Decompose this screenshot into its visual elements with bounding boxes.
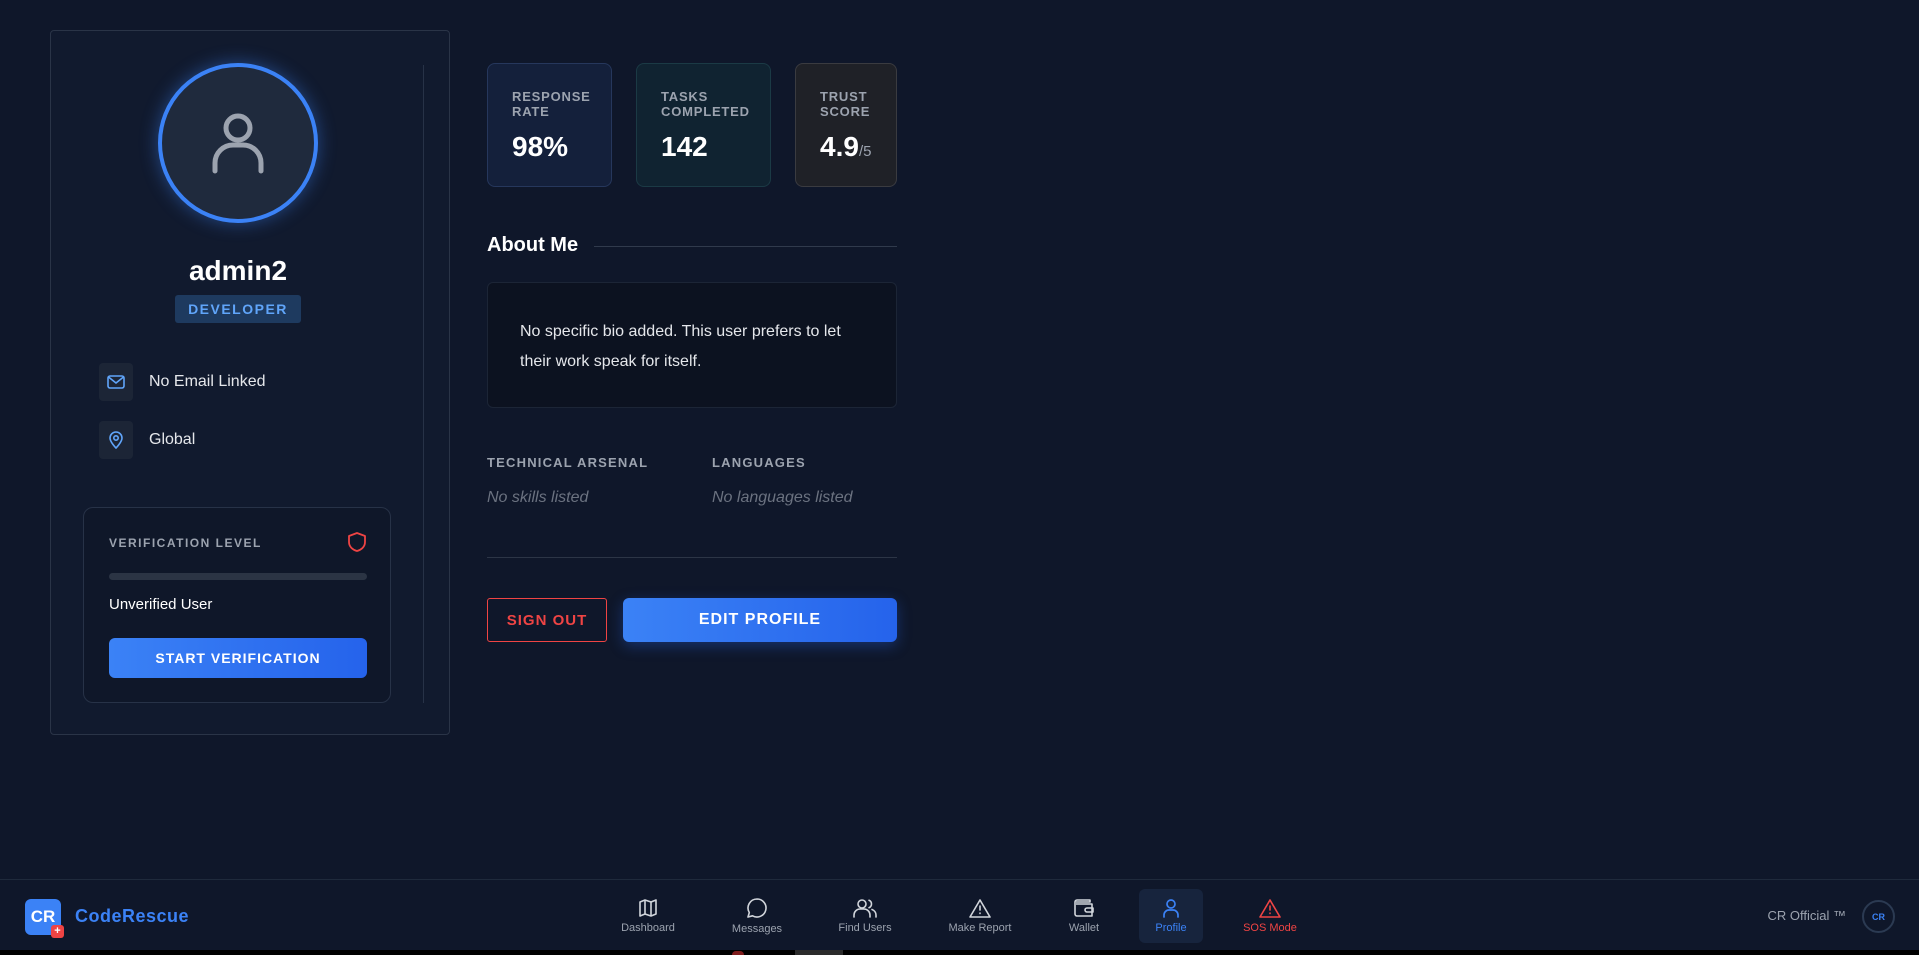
strip-mark — [795, 950, 843, 955]
languages-empty: No languages listed — [712, 489, 853, 506]
avatar — [158, 63, 318, 223]
mail-icon — [99, 363, 133, 401]
user-icon — [1163, 899, 1179, 918]
nav-messages[interactable]: Messages — [726, 889, 788, 943]
nav-sos-mode[interactable]: SOS Mode — [1238, 889, 1302, 943]
bio-text: No specific bio added. This user prefers… — [487, 282, 897, 408]
about-title: About Me — [487, 234, 579, 256]
sign-out-button[interactable]: SIGN OUT — [487, 598, 607, 642]
plus-icon: + — [51, 925, 64, 938]
map-icon — [639, 899, 657, 917]
brand-name[interactable]: CodeRescue — [75, 906, 189, 927]
nav-label: Messages — [731, 923, 783, 935]
stat-label: TRUST SCORE — [820, 89, 871, 119]
cr-badge[interactable]: CR — [1862, 900, 1895, 933]
email-row: No Email Linked — [99, 363, 266, 401]
verification-panel: VERIFICATION LEVEL Unverified User START… — [83, 507, 391, 703]
profile-divider — [423, 65, 424, 703]
nav-make-report[interactable]: Make Report — [942, 889, 1018, 943]
nav-label: Find Users — [838, 922, 892, 934]
skills-label: TECHNICAL ARSENAL — [487, 455, 649, 470]
about-divider — [594, 246, 897, 247]
role-badge: DEVELOPER — [175, 295, 301, 323]
username: admin2 — [188, 255, 288, 286]
section-divider — [487, 557, 897, 558]
map-pin-icon — [99, 421, 133, 459]
bottom-strip — [0, 950, 1919, 955]
stat-label: TASKS COMPLETED — [661, 89, 750, 119]
nav-label: Make Report — [948, 922, 1012, 934]
nav-dashboard[interactable]: Dashboard — [614, 889, 682, 943]
start-verification-button[interactable]: START VERIFICATION — [109, 638, 367, 678]
user-avatar-icon — [212, 113, 264, 174]
location-row: Global — [99, 421, 195, 459]
brand-logo-text: CR — [30, 907, 56, 926]
stat-value: 98% — [512, 131, 569, 162]
wallet-icon — [1074, 899, 1094, 917]
verification-progress — [109, 573, 367, 580]
nav-find-users[interactable]: Find Users — [832, 889, 898, 943]
stat-value: 142 — [661, 131, 708, 162]
alert-triangle-icon — [969, 899, 991, 918]
languages-label: LANGUAGES — [712, 455, 806, 470]
verification-status: Unverified User — [109, 596, 213, 613]
users-icon — [853, 899, 877, 918]
verification-title: VERIFICATION LEVEL — [109, 536, 262, 550]
profile-card: admin2 DEVELOPER No Email Linked Global … — [50, 30, 450, 735]
skills-empty: No skills listed — [487, 489, 589, 506]
bottom-nav: CR + CodeRescue Dashboard Messages Find … — [0, 879, 1919, 955]
nav-wallet[interactable]: Wallet — [1062, 889, 1106, 943]
stat-label: RESPONSE RATE — [512, 89, 591, 119]
stat-response-rate: RESPONSE RATE 98% — [487, 63, 612, 187]
message-icon — [747, 898, 767, 918]
location-text: Global — [149, 431, 196, 448]
cr-official-label: CR Official ™ — [1767, 908, 1847, 923]
edit-profile-button[interactable]: EDIT PROFILE — [623, 598, 897, 642]
nav-label: Wallet — [1068, 922, 1100, 934]
nav-label: SOS Mode — [1243, 922, 1297, 934]
shield-icon — [348, 532, 366, 557]
brand-logo[interactable]: CR + — [25, 899, 64, 938]
email-text: No Email Linked — [149, 373, 266, 390]
nav-label: Dashboard — [621, 922, 675, 934]
strip-dot — [732, 951, 744, 955]
stat-trust-score: TRUST SCORE 4.9/5 — [795, 63, 897, 187]
nav-label: Profile — [1155, 922, 1187, 934]
stat-value: 4.9/5 — [820, 131, 872, 162]
nav-profile[interactable]: Profile — [1139, 889, 1203, 943]
sos-alert-icon — [1259, 899, 1281, 918]
stat-tasks-completed: TASKS COMPLETED 142 — [636, 63, 771, 187]
